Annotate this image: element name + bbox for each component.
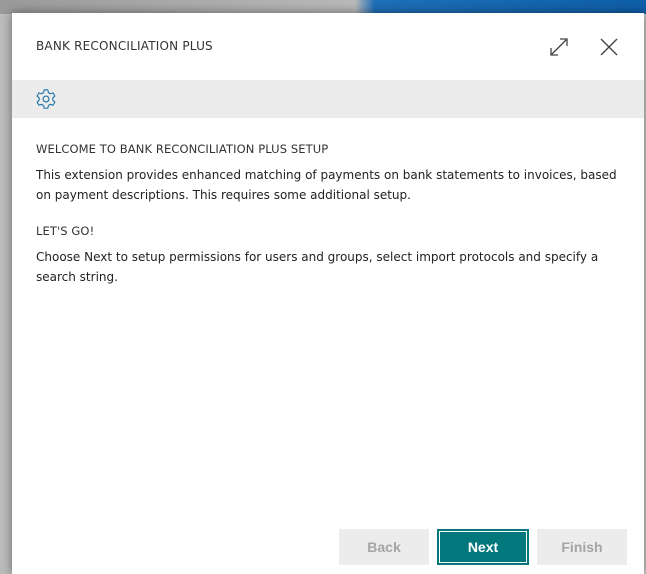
back-button[interactable]: Back	[339, 529, 429, 565]
gear-icon[interactable]	[35, 88, 57, 110]
dialog-header: BANK RECONCILIATION PLUS	[12, 13, 644, 80]
letsgo-heading: LET'S GO!	[36, 224, 95, 238]
expand-icon[interactable]	[547, 35, 571, 59]
wizard-content: WELCOME TO BANK RECONCILIATION PLUS SETU…	[36, 141, 626, 287]
welcome-text: This extension provides enhanced matchin…	[36, 168, 617, 202]
welcome-heading: WELCOME TO BANK RECONCILIATION PLUS SETU…	[36, 142, 329, 156]
setup-dialog: BANK RECONCILIATION PLUS WELCOME TO BANK…	[12, 13, 644, 574]
dialog-title: BANK RECONCILIATION PLUS	[36, 39, 213, 53]
wizard-footer: Back Next Finish	[12, 529, 644, 565]
letsgo-text: Choose Next to setup permissions for use…	[36, 250, 599, 284]
next-button[interactable]: Next	[437, 529, 529, 565]
action-bar	[12, 80, 644, 118]
finish-button[interactable]: Finish	[537, 529, 627, 565]
background-band	[0, 0, 646, 14]
close-icon[interactable]	[597, 35, 621, 59]
